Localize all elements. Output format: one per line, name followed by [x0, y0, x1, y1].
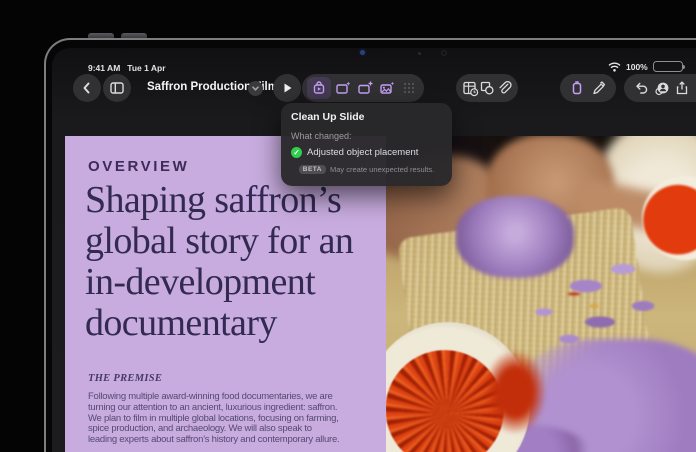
status-bar-right: 100% [608, 61, 683, 72]
slide-body-line: turning our attention to an ancient, lux… [88, 403, 339, 414]
share-icon [674, 80, 690, 96]
slide-navigator-button[interactable] [103, 74, 131, 102]
format-tools-group [560, 74, 616, 102]
slide-navigator-icon [109, 80, 125, 96]
beta-badge: BETA [299, 165, 326, 174]
device-frame: 9:41 AM Tue 1 Apr 100% [0, 0, 696, 452]
shapes-button[interactable] [479, 78, 496, 98]
table-chart-icon [462, 80, 479, 97]
image-ai-icon [335, 80, 351, 96]
status-bar-left: 9:41 AM Tue 1 Apr [88, 63, 166, 73]
collaborate-icon [653, 80, 670, 97]
insert-tools-group [302, 74, 424, 102]
image-sparkle-button[interactable] [377, 78, 397, 98]
format-panel-icon [569, 80, 585, 96]
slide-body-line: leading experts about saffron’s history … [88, 435, 339, 446]
document-menu-button[interactable] [248, 81, 263, 96]
clean-up-icon [311, 80, 327, 96]
beta-note: May create unexpected results. [330, 165, 434, 174]
battery-icon [653, 61, 683, 72]
slide-title-line: Shaping saffron’s [85, 180, 353, 221]
marker-icon [591, 80, 607, 96]
object-tools-group [456, 74, 518, 102]
attachment-button[interactable] [496, 78, 513, 98]
undo-icon [633, 80, 649, 96]
slide-section-label[interactable]: THE PREMISE [88, 373, 162, 384]
slide-body-text[interactable]: Following multiple award-winning food do… [88, 392, 339, 446]
popover-change-item: Adjusted object placement [307, 147, 418, 158]
add-slide-button[interactable] [355, 78, 375, 98]
wifi-icon [608, 62, 621, 72]
play-icon [280, 81, 294, 95]
popover-section-label: What changed: [291, 131, 442, 141]
slide-plus-icon [357, 80, 373, 96]
slide-eyebrow[interactable]: OVERVIEW [88, 158, 189, 175]
image-sparkle-icon [379, 80, 395, 96]
slide-title-line: in-development [85, 262, 353, 303]
slide-title-line: global story for an [85, 221, 353, 262]
clean-up-popover: Clean Up Slide What changed: ✓ Adjusted … [281, 103, 452, 186]
grid-icon [402, 81, 416, 95]
clean-up-button[interactable] [307, 77, 331, 99]
ipad-screen: 9:41 AM Tue 1 Apr 100% [52, 48, 696, 452]
photo-thread-spill [484, 350, 546, 434]
play-button[interactable] [273, 74, 301, 102]
ipad-bezel: 9:41 AM Tue 1 Apr 100% [44, 38, 696, 452]
popover-title: Clean Up Slide [291, 111, 442, 123]
collaborate-button[interactable] [652, 78, 672, 98]
slide-title[interactable]: Shaping saffron’s global story for an in… [85, 180, 353, 344]
insert-image-ai-button[interactable] [333, 78, 353, 98]
checkmark-icon: ✓ [291, 147, 302, 158]
grid-button[interactable] [399, 78, 419, 98]
sensor-dot-icon [418, 52, 421, 55]
front-camera-icon [360, 50, 365, 55]
paperclip-icon [496, 80, 512, 96]
date-text: Tue 1 Apr [127, 63, 165, 73]
chevron-left-icon [79, 80, 95, 96]
draw-button[interactable] [589, 78, 609, 98]
slide-title-line: documentary [85, 303, 353, 344]
share-button[interactable] [672, 78, 692, 98]
undo-button[interactable] [631, 78, 651, 98]
battery-percent: 100% [626, 62, 648, 72]
chevron-down-icon [251, 84, 260, 93]
camera-lens-icon [441, 50, 447, 56]
actions-group [624, 74, 696, 102]
clock-text: 9:41 AM [88, 63, 120, 73]
format-button[interactable] [567, 78, 587, 98]
back-button[interactable] [73, 74, 101, 102]
table-chart-button[interactable] [462, 78, 479, 98]
shapes-icon [479, 80, 495, 96]
